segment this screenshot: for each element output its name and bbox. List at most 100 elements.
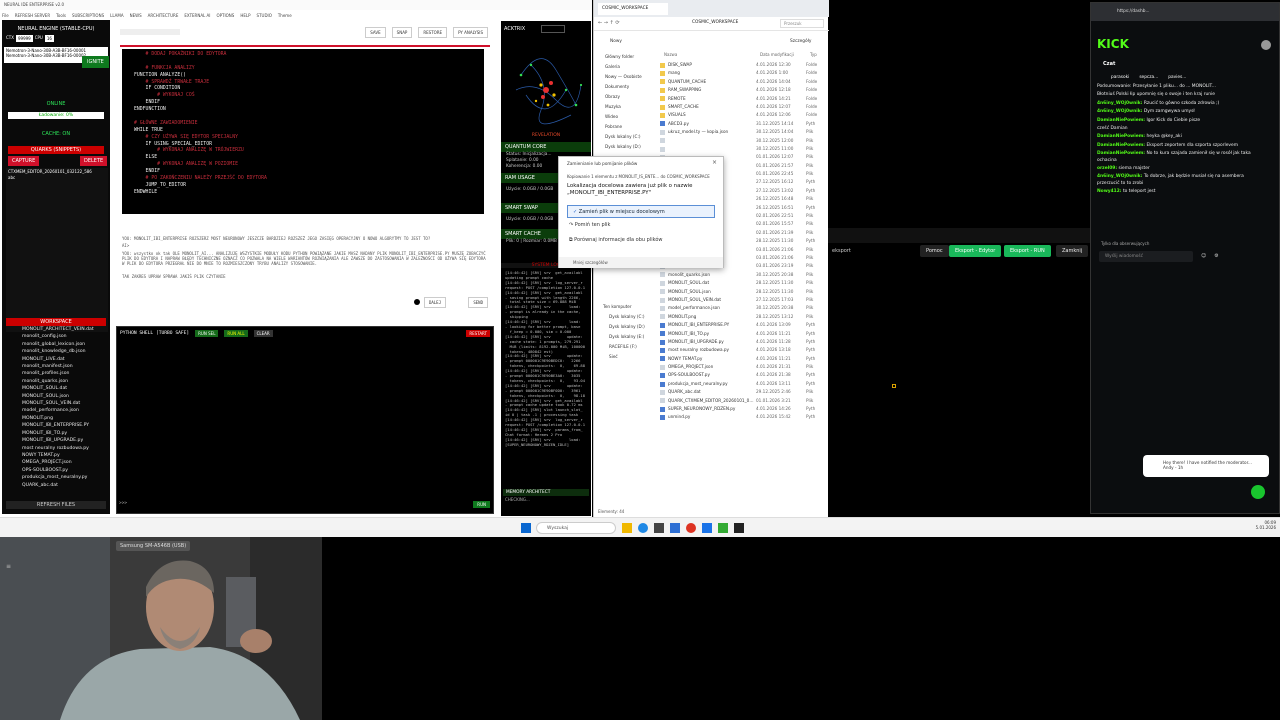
workspace-file[interactable]: MONOLIT_IBI_ENTERPRISE.PY: [2, 422, 110, 429]
file-row[interactable]: MONOLIT_IBI_ENTERPRISE.PY 4.01.2026 13:09…: [660, 321, 827, 329]
nav-tree-item[interactable]: Obrazy: [597, 92, 657, 102]
file-row[interactable]: OPS-SOULBOOST.py 4.01.2026 21:38 Pyth: [660, 371, 827, 379]
clock[interactable]: 06:09 5.01.2026: [1256, 520, 1276, 530]
obs-icon[interactable]: [734, 523, 744, 533]
chat-username[interactable]: 4n6iny_WOj0wnik:: [1097, 174, 1142, 179]
file-row[interactable]: MONOLIT_IBI_UPGRADE.py 4.01.2026 11:28 Pyt…: [660, 338, 827, 346]
settings-icon[interactable]: ⚙: [1214, 253, 1218, 259]
file-row[interactable]: DISK_SWAP 4.01.2026 12:30 Folde: [660, 61, 827, 69]
address-path[interactable]: COSMIC_WORKSPACE: [692, 20, 738, 25]
chat-username[interactable]: orzel09:: [1097, 166, 1117, 171]
close-button[interactable]: Zamknij: [1056, 245, 1089, 257]
file-row[interactable]: 30.12.2025 12:00 Plik: [660, 137, 827, 145]
nav-tree-item[interactable]: Wideo: [597, 112, 657, 122]
chat-username[interactable]: DamianNiePowiem:: [1097, 143, 1145, 148]
file-row[interactable]: VISUALS 4.01.2026 12:06 Folde: [660, 111, 827, 119]
file-row[interactable]: SMART_CACHE 4.01.2026 12:07 Folde: [660, 103, 827, 111]
restart-button[interactable]: RESTART: [466, 330, 490, 337]
file-row[interactable]: MONOLIT_SOUL_VEIN.dat 27.12.2025 17:03 Pli…: [660, 296, 827, 304]
pinned-user[interactable]: pavies...: [1168, 75, 1186, 80]
file-row[interactable]: ukruz_model.ty — kopia.json 30.12.2025 14…: [660, 128, 827, 136]
file-row[interactable]: MONOLIT.png 28.12.2025 13:12 Plik: [660, 313, 827, 321]
workspace-file-list[interactable]: MONOLIT_ARCHITECT_VEIN.dat monolit_config…: [2, 326, 110, 498]
file-row[interactable]: QUARK_abc.dat 29.12.2025 2:46 Plik: [660, 388, 827, 396]
export-run-button[interactable]: Eksport - RUN: [1004, 245, 1051, 257]
workspace-file[interactable]: QUARK_abc.dat: [2, 482, 110, 489]
workspace-file[interactable]: MONOLIT_IBI_TO.py: [2, 430, 110, 437]
snippet-item[interactable]: CTXMEM_EDITOR_20260101_032122_586: [6, 168, 108, 175]
workspace-file[interactable]: MONOLIT_ARCHITECT_VEIN.dat: [2, 326, 110, 333]
navigation-tree-computer[interactable]: Ten komputer Dysk lokalny (C:) Dysk lokaln…: [597, 302, 657, 382]
file-row[interactable]: MONOLIT_SOUL.json 28.12.2025 11:30 Plik: [660, 288, 827, 296]
kick-logo[interactable]: KICK: [1097, 37, 1129, 51]
workspace-file[interactable]: MONOLIT_SOUL_VEIN.dat: [2, 400, 110, 407]
workspace-file[interactable]: monolit_knowledge_db.json: [2, 348, 110, 355]
workspace-file[interactable]: monolit_quarks.json: [2, 378, 110, 385]
nav-tree-item[interactable]: Dysk lokalny (C:): [597, 132, 657, 142]
ignite-button[interactable]: IGNITE: [82, 56, 109, 68]
nav-tree-item[interactable]: Ten komputer: [597, 302, 657, 312]
nav-tree-item[interactable]: Dysk lokalny (C:): [597, 312, 657, 322]
replace-option[interactable]: ✓ Zamień plik w miejscu docelowym: [567, 205, 715, 218]
details-button[interactable]: Szczegóły: [790, 39, 811, 44]
chat-input[interactable]: Wyślij wiadomość: [1099, 251, 1193, 262]
file-row[interactable]: produkcja_most_neuralny.py 4.01.2026 13:1…: [660, 380, 827, 388]
workspace-file[interactable]: model_performance.json: [2, 407, 110, 414]
run-sel-button[interactable]: RUN SEL: [195, 330, 219, 337]
menu-icon[interactable]: ≡: [6, 563, 11, 570]
new-button[interactable]: Nowy: [610, 39, 622, 44]
browser-url[interactable]: https://dashb...: [1117, 9, 1150, 14]
nav-arrows-icon[interactable]: ← → ↑ ⟳: [598, 20, 620, 26]
snippet-list[interactable]: CTXMEM_EDITOR_20260101_032122_586 abc: [6, 168, 108, 332]
chat-username[interactable]: Nowy412:: [1097, 189, 1122, 194]
notification-toast[interactable]: Hey there! I have notified the moderator…: [1143, 455, 1269, 477]
chat-bubble-icon[interactable]: [1251, 485, 1265, 499]
more-details-toggle[interactable]: Mniej szczegółów: [559, 257, 723, 268]
editor-toolbar-button[interactable]: RESTORE: [418, 27, 448, 38]
file-row[interactable]: OMEGA_PROJECT.json 4.01.2026 21:31 Plik: [660, 363, 827, 371]
chat-username[interactable]: 4n6iny_WOj0wnik:: [1097, 101, 1142, 106]
chat-username[interactable]: DamianNiePowiem:: [1097, 118, 1145, 123]
file-row[interactable]: MONOLIT_IBI_TO.py 4.01.2026 11:21 Pyth: [660, 330, 827, 338]
snippet-item[interactable]: abc: [6, 175, 108, 180]
pinned-user[interactable]: sepcza...: [1139, 75, 1158, 80]
record-icon[interactable]: [413, 299, 420, 306]
delete-button[interactable]: DELETE: [80, 156, 108, 166]
menu-item[interactable]: File: [2, 13, 9, 18]
file-row[interactable]: mang 4.01.2026 1:00 Folde: [660, 69, 827, 77]
nav-tree-item[interactable]: Nowy — Osobiste: [597, 72, 657, 82]
file-row[interactable]: monolit_quarks.json 30.12.2025 20:38 Plik: [660, 271, 827, 279]
file-row[interactable]: NOWY TEMAT.py 4.01.2026 11:21 Pyth: [660, 355, 827, 363]
help-button[interactable]: Pomoc: [920, 245, 949, 257]
chat-username[interactable]: DamianNiePowiem:: [1097, 151, 1145, 156]
avatar[interactable]: [1261, 40, 1271, 50]
nav-tree-item[interactable]: Galeria: [597, 62, 657, 72]
file-row[interactable]: QUANTUM_CACHE 4.01.2026 14:04 Folde: [660, 78, 827, 86]
edge-icon[interactable]: [638, 523, 648, 533]
emote-icon[interactable]: ☺: [1201, 253, 1206, 259]
file-row[interactable]: MONOLIT_SOUL.dat 28.12.2025 11:30 Plik: [660, 279, 827, 287]
close-icon[interactable]: ×: [712, 159, 717, 166]
menu-item[interactable]: HELP: [240, 13, 250, 18]
col-type[interactable]: Typ: [810, 52, 817, 60]
workspace-file[interactable]: OPS-SOULBOOST.py: [2, 467, 110, 474]
file-row[interactable]: SUPER_NEURONOWY_RDZEN.py 4.01.2026 14:26 P…: [660, 405, 827, 413]
explorer-tab[interactable]: COSMIC_WORKSPACE: [598, 3, 668, 15]
capture-button[interactable]: CAPTURE: [8, 156, 40, 166]
nav-tree-item[interactable]: Pobrane: [597, 122, 657, 132]
workspace-file[interactable]: monolit_config.json: [2, 333, 110, 340]
chat-input[interactable]: TAK ZAKRES UPRAW SPRAWA JAKIŚ PLIK CZYTA…: [122, 274, 490, 279]
code-area[interactable]: # DODAJ POKAŹNIKI DO EDYTORA # FUNKCJA A…: [122, 49, 484, 214]
menu-item[interactable]: STUDIO: [257, 13, 272, 18]
attach-button[interactable]: DALEJ: [423, 296, 446, 308]
record-app-icon[interactable]: [686, 523, 696, 533]
menu-item[interactable]: LLAMA: [110, 13, 123, 18]
run-all-button[interactable]: RUN ALL: [224, 330, 248, 337]
pinned-user[interactable]: parasoki: [1111, 75, 1129, 80]
clear-button[interactable]: CLEAR: [253, 330, 273, 337]
menu-item[interactable]: EXTERNAL AI: [184, 13, 210, 18]
menu-item[interactable]: SUBSCRIPTIONS: [72, 13, 104, 18]
send-button[interactable]: SEND: [468, 296, 488, 308]
terminal-icon[interactable]: [654, 523, 664, 533]
python-icon[interactable]: [702, 523, 712, 533]
